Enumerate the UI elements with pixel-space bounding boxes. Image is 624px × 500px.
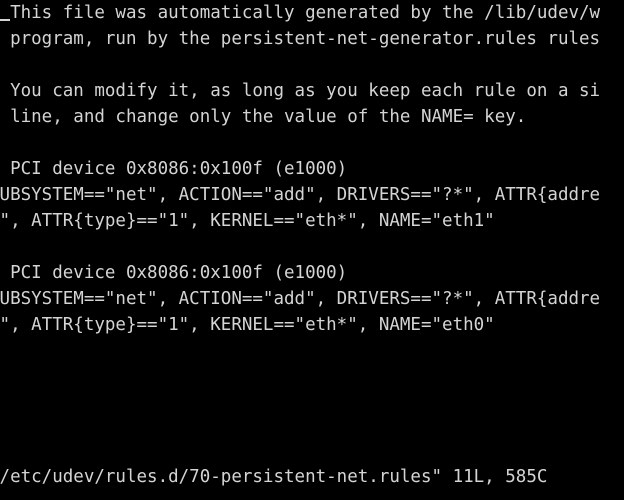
editor-filler-row[interactable]: ~	[0, 364, 624, 390]
editor-row-text: f", ATTR{type}=="1", KERNEL=="eth*", NAM…	[0, 315, 495, 335]
editor-text-row[interactable]: # You can modify it, as long as you keep…	[0, 78, 624, 104]
editor-buffer-area[interactable]: # This file was automatically generated …	[0, 0, 624, 460]
editor-row-text: SUBSYSTEM=="net", ACTION=="add", DRIVERS…	[0, 289, 601, 309]
editor-text-row[interactable]: # program, run by the persistent-net-gen…	[0, 26, 624, 52]
editor-text-row[interactable]: # PCI device 0x8086:0x100f (e1000)	[0, 260, 624, 286]
editor-text-row[interactable]	[0, 130, 624, 156]
editor-row-text: # program, run by the persistent-net-gen…	[0, 29, 601, 49]
terminal-screen[interactable]: # This file was automatically generated …	[0, 0, 624, 500]
editor-filler-row[interactable]: ~	[0, 442, 624, 460]
editor-text-row[interactable]: # line, and change only the value of the…	[0, 104, 624, 130]
editor-text-row[interactable]	[0, 234, 624, 260]
editor-filler-row[interactable]: ~	[0, 416, 624, 442]
editor-text-row[interactable]: # PCI device 0x8086:0x100f (e1000)	[0, 156, 624, 182]
editor-text-row[interactable]: SUBSYSTEM=="net", ACTION=="add", DRIVERS…	[0, 182, 624, 208]
editor-row-text: # PCI device 0x8086:0x100f (e1000)	[0, 263, 348, 283]
editor-filler-row[interactable]: ~	[0, 390, 624, 416]
editor-text-row[interactable]: #	[0, 52, 624, 78]
editor-text-row[interactable]: # This file was automatically generated …	[0, 0, 624, 26]
editor-row-text: # You can modify it, as long as you keep…	[0, 81, 601, 101]
editor-row-text: # line, and change only the value of the…	[0, 107, 527, 127]
editor-text-row[interactable]: e", ATTR{type}=="1", KERNEL=="eth*", NAM…	[0, 208, 624, 234]
text-cursor	[0, 19, 10, 21]
vim-status-line: "/etc/udev/rules.d/70-persistent-net.rul…	[0, 467, 548, 487]
editor-row-text: # This file was automatically generated …	[0, 3, 601, 23]
editor-filler-row[interactable]: ~	[0, 338, 624, 364]
editor-row-text: e", ATTR{type}=="1", KERNEL=="eth*", NAM…	[0, 211, 495, 231]
editor-row-text: # PCI device 0x8086:0x100f (e1000)	[0, 159, 348, 179]
editor-row-text: SUBSYSTEM=="net", ACTION=="add", DRIVERS…	[0, 185, 601, 205]
editor-text-row[interactable]: f", ATTR{type}=="1", KERNEL=="eth*", NAM…	[0, 312, 624, 338]
editor-text-row[interactable]: SUBSYSTEM=="net", ACTION=="add", DRIVERS…	[0, 286, 624, 312]
